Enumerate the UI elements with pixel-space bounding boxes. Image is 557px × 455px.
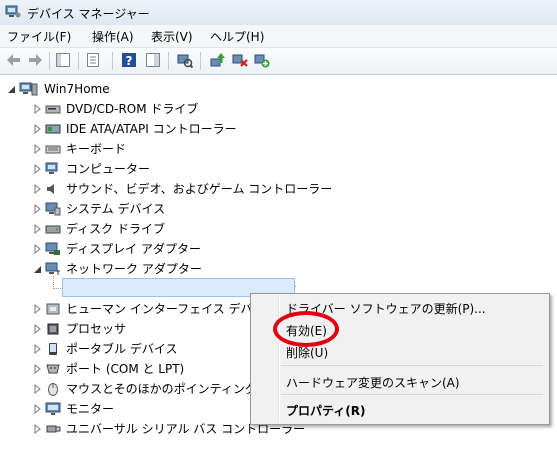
tree-item-label: システム デバイス: [66, 202, 166, 216]
expand-arrow-icon[interactable]: [33, 379, 41, 399]
tree-item-label: ポート (COM と LPT): [66, 362, 185, 376]
tree-item-label: ディスク ドライブ: [66, 222, 165, 236]
tree-category-item[interactable]: ディスプレイ アダプター: [0, 239, 557, 259]
uninstall-icon[interactable]: [232, 52, 248, 68]
expand-arrow-icon[interactable]: [33, 419, 41, 439]
expand-arrow-icon[interactable]: [33, 319, 41, 339]
tree-category-item[interactable]: システム デバイス: [0, 199, 557, 219]
highlight-circle: [273, 311, 339, 347]
expand-arrow-icon[interactable]: [33, 299, 41, 319]
usb-icon: [45, 422, 61, 436]
expand-arrow-icon[interactable]: [33, 159, 41, 179]
tree-item-label: ディスプレイ アダプター: [66, 242, 201, 256]
expand-arrow-icon[interactable]: [33, 99, 41, 119]
toolbar: ?: [0, 48, 557, 75]
expand-arrow-icon[interactable]: [33, 219, 41, 239]
tree-item-label: DVD/CD-ROM ドライブ: [66, 102, 199, 116]
sound-icon: [45, 182, 61, 196]
system-device-icon: [45, 202, 61, 216]
window-title: デバイス マネージャー: [27, 7, 150, 21]
expand-arrow-icon[interactable]: [33, 199, 41, 219]
tree-item-label: モニター: [66, 402, 115, 416]
expand-arrow-icon[interactable]: [33, 139, 41, 159]
tree-item-label: キーボード: [66, 142, 127, 156]
tree-item-label: プロセッサ: [66, 322, 127, 336]
back-arrow-icon[interactable]: [6, 52, 22, 68]
collapse-arrow-icon[interactable]: [33, 259, 41, 279]
show-hide-tree-icon[interactable]: [55, 52, 71, 68]
root-label: Win7Home: [44, 82, 110, 96]
enable-device-icon[interactable]: [254, 52, 270, 68]
tree-item-label: IDE ATA/ATAPI コントローラー: [66, 122, 237, 136]
ide-controller-icon: [45, 122, 61, 136]
tree-category-item[interactable]: ディスク ドライブ: [0, 219, 557, 239]
tree-category-item[interactable]: キーボード: [0, 139, 557, 159]
tree-root[interactable]: Win7Home: [0, 79, 557, 99]
expand-arrow-icon[interactable]: [33, 179, 41, 199]
tree-item-label: サウンド、ビデオ、およびゲーム コントローラー: [66, 182, 333, 196]
menu-bar: ファイル(F) 操作(A) 表示(V) ヘルプ(H): [0, 25, 557, 48]
expand-arrow-icon[interactable]: [33, 239, 41, 259]
tree-item-label: ネットワーク アダプター: [66, 262, 202, 276]
tree-item-label: マウスとそのほかのポインティング: [66, 382, 257, 396]
title-bar: デバイス マネージャー: [0, 0, 557, 26]
svg-text:?: ?: [126, 54, 133, 68]
menu-file[interactable]: ファイル(F): [7, 28, 71, 45]
tree-item-label: ポータブル デバイス: [66, 342, 178, 356]
action-pane-icon[interactable]: [145, 52, 161, 68]
scan-hardware-icon[interactable]: [177, 52, 194, 69]
menu-item-scan-hardware[interactable]: ハードウェア変更のスキャン(A): [286, 374, 460, 391]
keyboard-icon: [45, 142, 61, 156]
tree-category-item[interactable]: サウンド、ビデオ、およびゲーム コントローラー: [0, 179, 557, 199]
expand-arrow-icon[interactable]: [33, 359, 41, 379]
tree-category-item[interactable]: コンピューター: [0, 159, 557, 179]
network-adapter-icon: [45, 262, 61, 276]
help-icon[interactable]: ?: [121, 52, 137, 68]
expand-arrow-icon[interactable]: [33, 339, 41, 359]
computer-icon: [45, 162, 61, 176]
portable-device-icon: [45, 342, 61, 356]
port-icon: [45, 362, 61, 376]
monitor-icon: [45, 402, 61, 416]
menu-action[interactable]: 操作(A): [92, 28, 134, 45]
tree-category-item[interactable]: IDE ATA/ATAPI コントローラー: [0, 119, 557, 139]
tree-item-label: コンピューター: [66, 162, 151, 176]
tree-category-item[interactable]: DVD/CD-ROM ドライブ: [0, 99, 557, 119]
processor-icon: [45, 322, 61, 336]
menu-help[interactable]: ヘルプ(H): [210, 28, 264, 45]
dvd-drive-icon: [45, 102, 61, 116]
tree-category-item[interactable]: ネットワーク アダプター: [0, 259, 557, 279]
hid-icon: [45, 302, 61, 316]
forward-arrow-icon[interactable]: [27, 52, 43, 68]
menu-item-properties[interactable]: プロパティ(R): [286, 402, 366, 419]
device-manager-icon: [5, 5, 21, 22]
update-driver-icon[interactable]: [209, 52, 225, 68]
disk-drive-icon: [45, 222, 61, 236]
tree-item-label: ヒューマン インターフェイス デバ: [66, 302, 253, 316]
expand-arrow-icon[interactable]: [33, 399, 41, 419]
mouse-icon: [45, 382, 61, 396]
menu-view[interactable]: 表示(V): [151, 28, 193, 45]
display-adapter-icon: [45, 242, 61, 256]
expand-arrow-icon[interactable]: [33, 119, 41, 139]
properties-icon[interactable]: [85, 52, 101, 68]
